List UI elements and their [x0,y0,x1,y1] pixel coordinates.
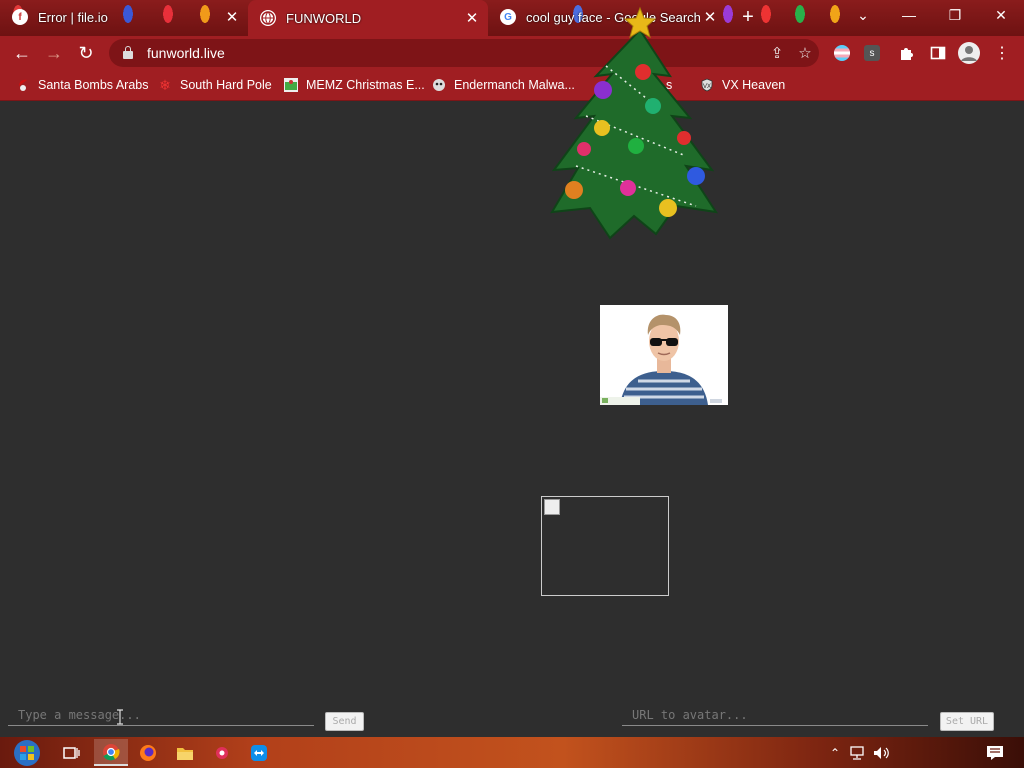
text-cursor-icon [116,709,124,725]
bookmark-label: MEMZ Christmas E... [306,78,425,92]
share-icon[interactable]: ⇪ [763,44,791,62]
back-button[interactable]: ← [10,41,34,65]
close-tab-icon[interactable]: ✕ [462,9,482,27]
side-panel-icon[interactable] [928,43,948,63]
set-avatar-button[interactable]: Set URL [940,712,994,731]
restore-button[interactable]: ❐ [932,0,978,30]
task-view-icon[interactable] [56,739,86,766]
reload-button[interactable]: ↻ [74,41,98,65]
tab-title: FUNWORLD [286,10,362,26]
google-icon: G [500,9,516,25]
teamviewer-taskbar-icon[interactable] [244,739,274,766]
action-center-icon[interactable] [980,739,1010,766]
bookmark-label: South Hard Pole [180,78,272,92]
firefox-taskbar-icon[interactable] [133,739,163,766]
bookmarks-bar: Santa Bombs Arabs ❄ South Hard Pole MEMZ… [0,70,1024,101]
tab-title: Error | file.io [38,9,108,25]
endermanch-icon [432,78,446,92]
forward-button[interactable]: → [42,41,66,65]
snowflake-icon: ❄ [159,76,171,93]
chrome-taskbar-icon[interactable] [94,739,128,766]
network-icon[interactable] [848,739,868,766]
bookmark-memz-christmas[interactable]: MEMZ Christmas E... [284,70,425,100]
app-taskbar-icon[interactable] [207,739,237,766]
bookmark-label: VX Heaven [722,78,786,92]
extensions-puzzle-icon[interactable] [896,43,916,63]
start-button[interactable] [8,739,46,766]
show-hidden-icons-chevron-up-icon[interactable]: ⌃ [826,739,844,766]
minimize-button[interactable]: — [886,0,932,30]
christmas-tree-image [546,6,722,246]
cool-guy-avatar-image [600,305,728,405]
tab-funworld[interactable]: FUNWORLD ✕ [248,0,488,36]
message-input[interactable] [8,704,314,726]
avatar-url-input[interactable] [622,704,928,726]
new-tab-button[interactable]: + [735,2,761,32]
santa-icon [16,78,30,92]
globe-icon [260,10,276,26]
menu-kebab-icon[interactable]: ⋮ [992,43,1012,63]
volume-icon[interactable] [872,739,892,766]
trans-flag-extension-icon[interactable] [832,43,852,63]
s-extension-icon[interactable]: s [864,45,880,61]
tab-file-io[interactable]: f Error | file.io ✕ [0,0,248,34]
page-content: Send Set URL [0,101,1024,737]
broken-avatar-image [541,496,669,596]
close-tab-icon[interactable]: ✕ [222,8,242,26]
broken-image-icon [544,499,560,515]
bookmark-south-hard-pole[interactable]: ❄ South Hard Pole [158,70,272,100]
bookmark-label: Santa Bombs Arabs [38,78,149,92]
windows-taskbar: ⌃ [0,737,1024,768]
lock-icon[interactable] [123,46,133,59]
bookmark-santa-bombs-arabs[interactable]: Santa Bombs Arabs [16,70,148,100]
file-explorer-icon[interactable] [170,739,200,766]
send-button[interactable]: Send [325,712,364,731]
file-io-favicon-icon: f [12,9,28,25]
tab-strip: f Error | file.io ✕ FUNWORLD ✕ G cool gu… [0,0,1024,36]
profile-avatar-icon[interactable] [958,42,980,64]
close-window-button[interactable]: ✕ [978,0,1024,30]
browser-toolbar: ← → ↻ funworld.live ⇪ ☆ s ⋮ [0,36,1024,70]
tab-search-button[interactable]: ⌄ [840,0,886,30]
memz-icon [284,78,298,92]
bookmark-star-icon[interactable]: ☆ [791,44,819,62]
